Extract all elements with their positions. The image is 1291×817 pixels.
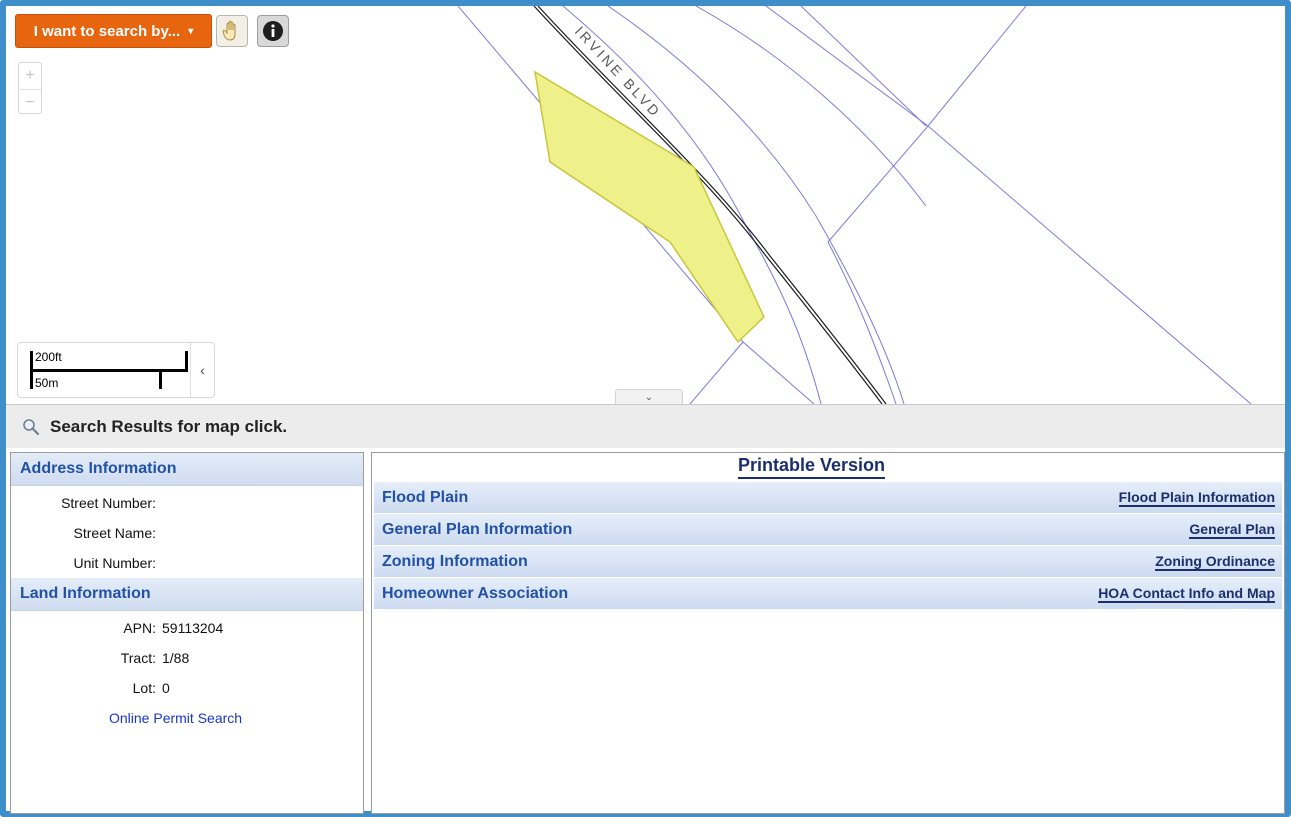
search-by-label: I want to search by... xyxy=(33,22,181,40)
zoom-out-button[interactable]: − xyxy=(19,89,41,115)
parcel-line xyxy=(765,6,1252,404)
parcel-line xyxy=(827,6,1027,243)
results-title: Search Results for map click. xyxy=(50,416,288,436)
hoa-title: Homeowner Association xyxy=(382,584,569,602)
hoa-contact-link[interactable]: HOA Contact Info and Map xyxy=(1098,585,1275,603)
map-view[interactable]: IRVINE BLVD I want to search by... ▾ + −… xyxy=(6,6,1285,404)
unit-number-label: Unit Number: xyxy=(73,555,156,571)
scale-meters-label: 50m xyxy=(35,376,59,390)
info-icon xyxy=(263,21,283,41)
info-panel: Address Information Street Number: Stree… xyxy=(10,452,364,814)
tract-label: Tract: xyxy=(120,650,156,666)
apn-label: APN: xyxy=(123,620,156,636)
land-fields: APN: 59113204 Tract: 1/88 Lot: 0 Online … xyxy=(11,611,363,733)
zoom-in-button[interactable]: + xyxy=(19,63,41,89)
printable-version-link[interactable]: Printable Version xyxy=(738,455,886,479)
online-permit-search-link[interactable]: Online Permit Search xyxy=(109,710,242,726)
flood-plain-row: Flood Plain Flood Plain Information xyxy=(374,482,1282,513)
unit-number-row: Unit Number: xyxy=(11,548,363,578)
details-panel: Printable Version Flood Plain Flood Plai… xyxy=(371,452,1285,814)
chevron-down-icon: ▾ xyxy=(188,25,194,37)
apn-value: 59113204 xyxy=(162,620,224,636)
apn-row: APN: 59113204 xyxy=(11,613,363,643)
zoom-control: + − xyxy=(18,62,42,114)
tract-value: 1/88 xyxy=(162,650,190,666)
general-plan-title: General Plan Information xyxy=(382,520,573,538)
scale-collapse-button[interactable]: ‹ xyxy=(190,343,214,397)
street-number-label: Street Number: xyxy=(61,495,156,511)
address-info-header: Address Information xyxy=(11,453,363,486)
street-name-label: Street Name: xyxy=(73,525,156,541)
flood-plain-title: Flood Plain xyxy=(382,488,469,506)
flood-plain-info-link[interactable]: Flood Plain Information xyxy=(1118,489,1275,507)
parcel-line xyxy=(827,241,897,404)
general-plan-link[interactable]: General Plan xyxy=(1189,521,1275,539)
identify-tool-button[interactable] xyxy=(257,15,289,47)
zoning-ordinance-link[interactable]: Zoning Ordinance xyxy=(1155,553,1275,571)
street-name-row: Street Name: xyxy=(11,518,363,548)
parcel-line xyxy=(689,341,744,404)
lot-label: Lot: xyxy=(132,680,156,696)
general-plan-row: General Plan Information General Plan xyxy=(374,514,1282,545)
land-info-header: Land Information xyxy=(11,578,363,611)
parcel-line xyxy=(695,6,927,207)
lot-value: 0 xyxy=(162,680,170,696)
search-by-dropdown[interactable]: I want to search by... ▾ xyxy=(15,14,212,48)
results-header: Search Results for map click. xyxy=(6,404,1285,448)
permit-row: Online Permit Search xyxy=(11,703,363,733)
zoning-title: Zoning Information xyxy=(382,552,528,570)
pan-tool-button[interactable] xyxy=(216,15,248,47)
zoning-row: Zoning Information Zoning Ordinance xyxy=(374,546,1282,577)
parcel-line xyxy=(800,6,927,127)
scale-bar: 200ft 50m ‹ xyxy=(17,342,215,398)
street-number-row: Street Number: xyxy=(11,488,363,518)
tract-row: Tract: 1/88 xyxy=(11,643,363,673)
lot-row: Lot: 0 xyxy=(11,673,363,703)
collapse-results-button[interactable]: ⌄ xyxy=(615,389,683,404)
address-fields: Street Number: Street Name: Unit Number: xyxy=(11,486,363,578)
hand-icon xyxy=(222,20,236,41)
hoa-row: Homeowner Association HOA Contact Info a… xyxy=(374,578,1282,609)
search-icon xyxy=(23,418,40,435)
scale-feet-label: 200ft xyxy=(35,350,62,364)
